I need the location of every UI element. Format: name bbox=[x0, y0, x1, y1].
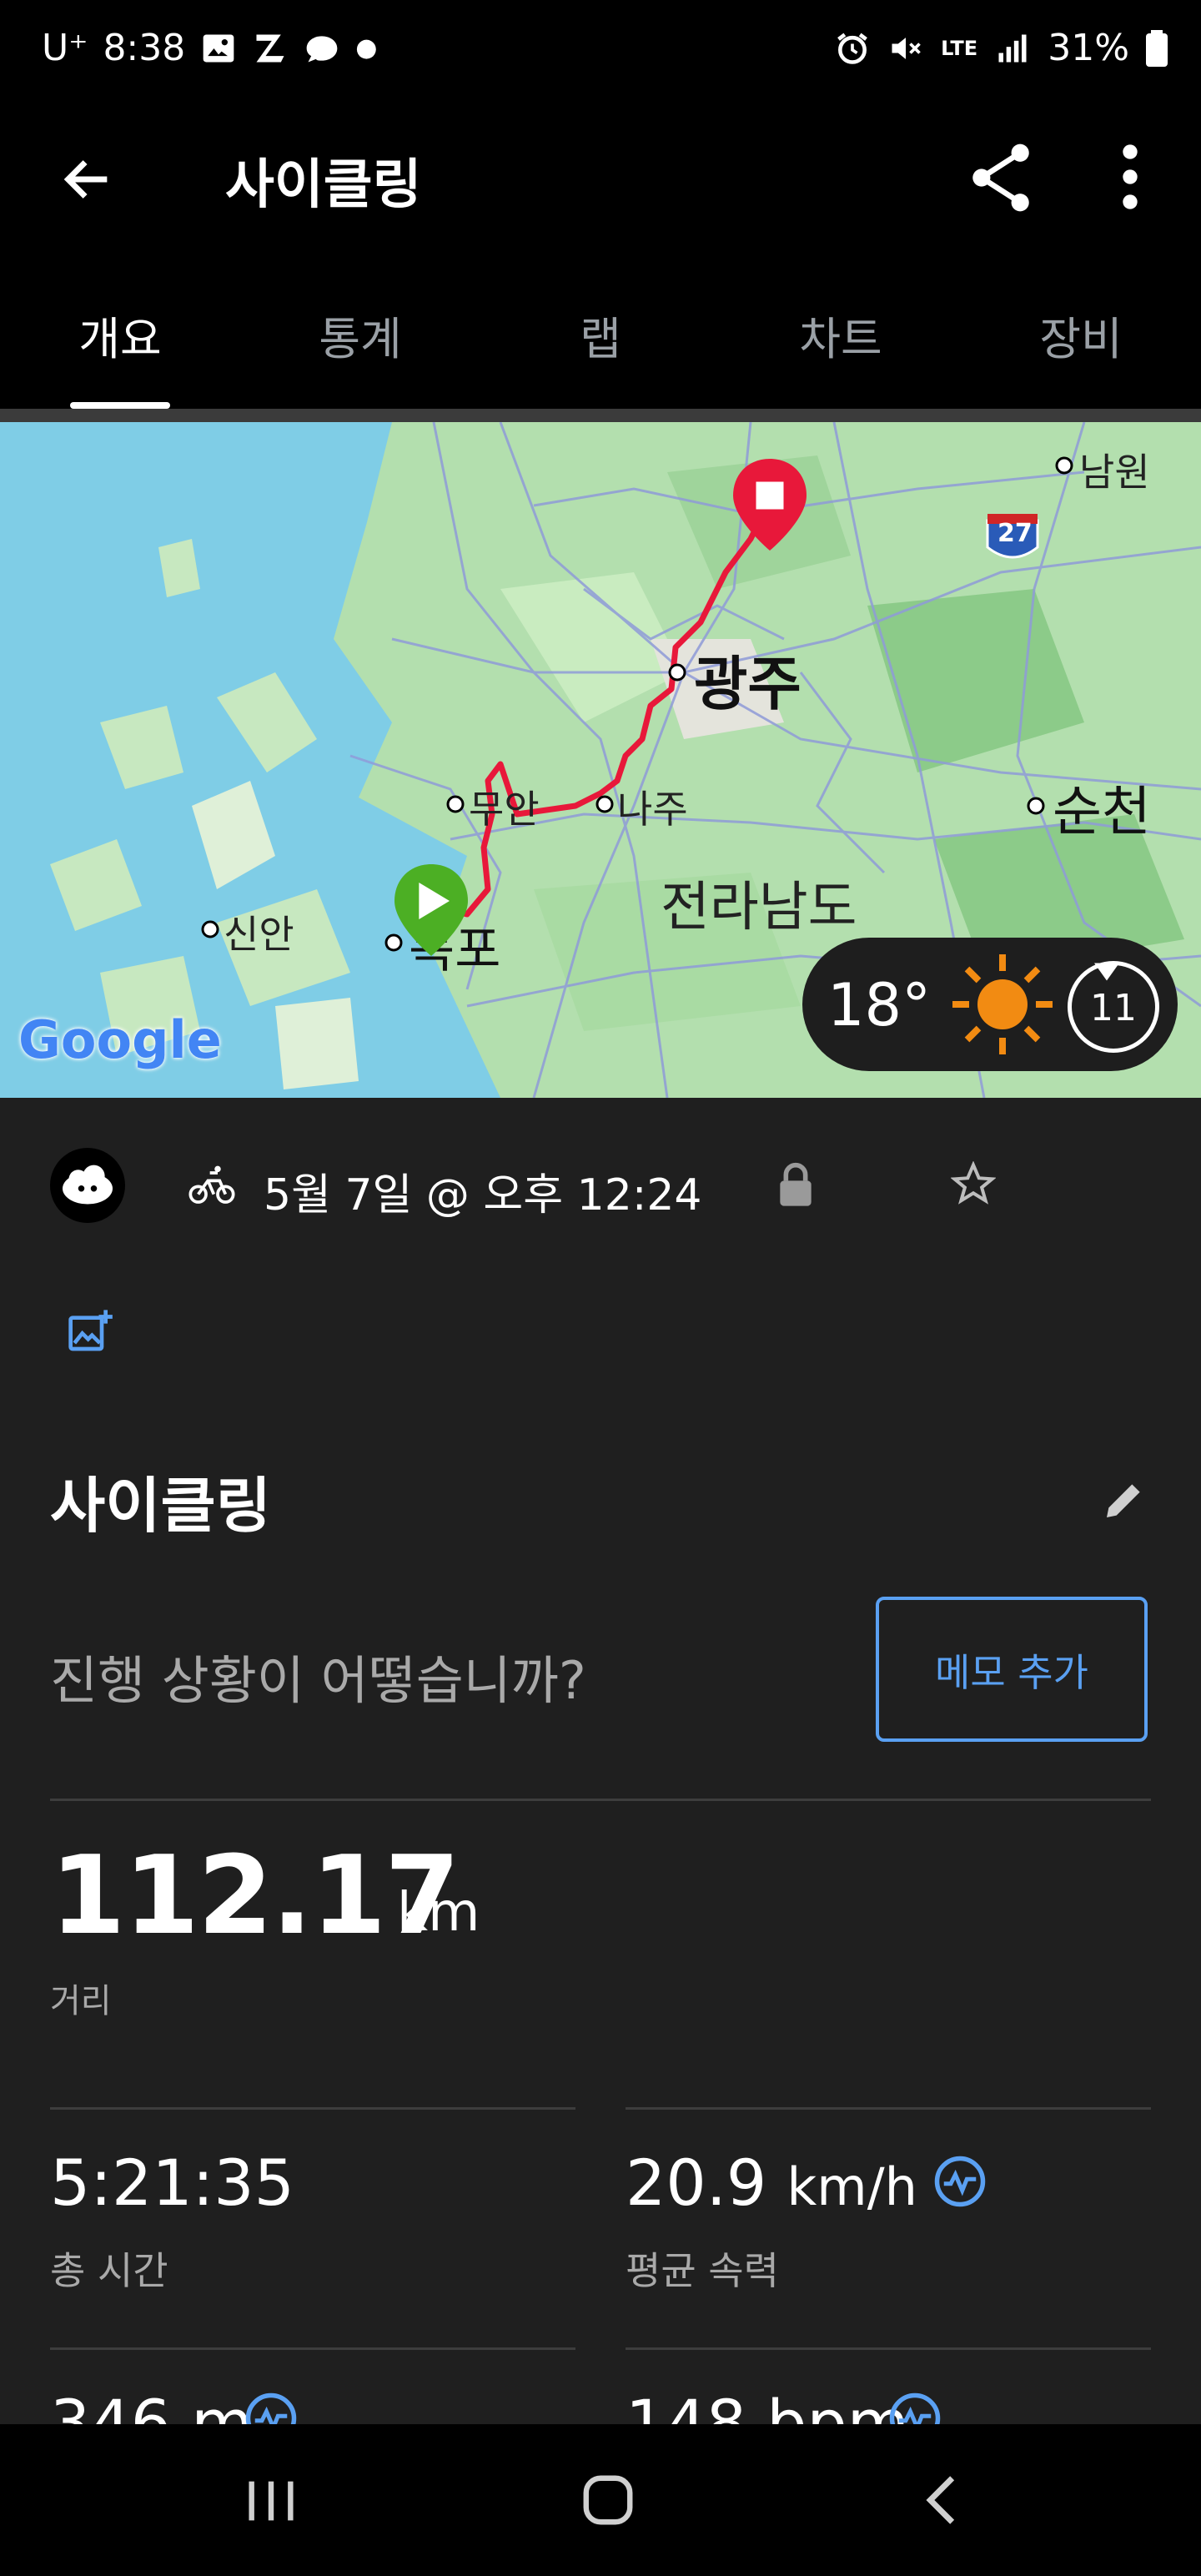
back-arrow-icon[interactable] bbox=[58, 150, 117, 209]
add-photo-icon[interactable] bbox=[67, 1308, 113, 1355]
page-title: 사이클링 bbox=[225, 154, 422, 216]
notification-z-icon bbox=[256, 34, 284, 62]
divider bbox=[626, 2347, 1151, 2350]
total-time-label: 총 시간 bbox=[50, 2248, 168, 2293]
chat-icon bbox=[306, 35, 338, 62]
tab-overview[interactable]: 개요 bbox=[0, 242, 240, 409]
cycling-icon bbox=[188, 1165, 235, 1204]
route-map[interactable]: 남원 27 광주 무안 나주 순천 전라남도 신안 목포 Google 18° … bbox=[0, 422, 1201, 1098]
total-time-value: 5:21:35 bbox=[50, 2146, 294, 2220]
map-label-sinan: 신안 bbox=[224, 912, 294, 957]
divider bbox=[50, 2347, 575, 2350]
tab-gear[interactable]: 장비 bbox=[961, 242, 1201, 409]
more-options-icon[interactable] bbox=[1118, 143, 1143, 210]
activity-date: 5월 7일 @ 오후 12:24 bbox=[264, 1170, 702, 1220]
edit-pencil-icon[interactable] bbox=[1101, 1477, 1148, 1523]
network-type: LTE bbox=[941, 36, 978, 60]
lock-icon[interactable] bbox=[776, 1161, 816, 1208]
divider bbox=[50, 1799, 1151, 1801]
status-right: LTE 31% bbox=[834, 27, 1168, 69]
wind-value: 11 bbox=[1090, 987, 1137, 1029]
tab-bar: 개요 통계 랩 차트 장비 bbox=[0, 242, 1201, 409]
carrier-label: U⁺ bbox=[42, 27, 88, 69]
avatar[interactable] bbox=[50, 1148, 125, 1223]
home-icon[interactable] bbox=[579, 2471, 637, 2529]
battery-percent: 31% bbox=[1048, 27, 1129, 69]
map-label-road-27: 27 bbox=[997, 519, 1033, 548]
tabs-divider bbox=[0, 409, 1201, 422]
map-label-jeonnam: 전라남도 bbox=[661, 877, 857, 938]
divider bbox=[626, 2107, 1151, 2110]
avg-speed-value: 20.9 km/h bbox=[626, 2146, 917, 2220]
progress-prompt: 진행 상황이 어떻습니까? bbox=[50, 1650, 586, 1711]
avatar-cloud-icon bbox=[63, 1165, 113, 1205]
start-pin-icon bbox=[394, 864, 468, 956]
app-bar: 사이클링 bbox=[0, 108, 1201, 242]
recent-apps-icon[interactable] bbox=[242, 2476, 300, 2526]
activity-title: 사이클링 bbox=[50, 1471, 271, 1541]
status-bar: U⁺ 8:38 ● LTE 31% bbox=[0, 0, 1201, 108]
battery-icon bbox=[1146, 29, 1168, 67]
status-left: U⁺ 8:38 ● bbox=[42, 27, 377, 69]
avg-speed-unit: km/h bbox=[786, 2156, 917, 2217]
performance-icon[interactable] bbox=[932, 2154, 987, 2209]
google-logo: Google bbox=[18, 1009, 222, 1070]
notification-dot-icon: ● bbox=[355, 33, 378, 63]
tab-stats[interactable]: 통계 bbox=[240, 242, 480, 409]
map-label-muan: 무안 bbox=[469, 787, 540, 832]
tab-charts[interactable]: 차트 bbox=[721, 242, 961, 409]
mute-icon bbox=[892, 37, 921, 59]
map-label-gwangju: 광주 bbox=[694, 650, 802, 718]
sun-icon bbox=[952, 954, 1053, 1054]
activity-content: 5월 7일 @ 오후 12:24 사이클링 진행 상황이 어떻습니까? 메모 추… bbox=[0, 1098, 1201, 2460]
map-label-naju: 나주 bbox=[617, 787, 688, 832]
end-pin-icon bbox=[733, 459, 807, 551]
gallery-icon bbox=[203, 34, 234, 62]
map-label-namwon: 남원 bbox=[1079, 450, 1150, 495]
system-nav-bar bbox=[0, 2424, 1201, 2576]
avg-speed-number: 20.9 bbox=[626, 2146, 767, 2220]
distance-label: 거리 bbox=[50, 1982, 112, 2020]
alarm-icon bbox=[837, 33, 867, 64]
star-icon[interactable] bbox=[951, 1161, 996, 1206]
temperature: 18° bbox=[827, 971, 932, 1039]
weather-chip: 18° 11 bbox=[802, 938, 1178, 1071]
share-icon[interactable] bbox=[967, 142, 1034, 214]
signal-icon bbox=[998, 34, 1027, 62]
map-label-suncheon: 순천 bbox=[1053, 782, 1151, 843]
wind-direction-icon bbox=[1094, 963, 1119, 981]
avg-speed-label: 평균 속력 bbox=[626, 2248, 779, 2293]
divider bbox=[50, 2107, 575, 2110]
add-memo-button[interactable]: 메모 추가 bbox=[876, 1597, 1148, 1742]
back-nav-icon[interactable] bbox=[917, 2471, 967, 2529]
tab-laps[interactable]: 랩 bbox=[480, 242, 721, 409]
clock: 8:38 bbox=[103, 27, 186, 69]
distance-unit: km bbox=[397, 1882, 480, 1944]
